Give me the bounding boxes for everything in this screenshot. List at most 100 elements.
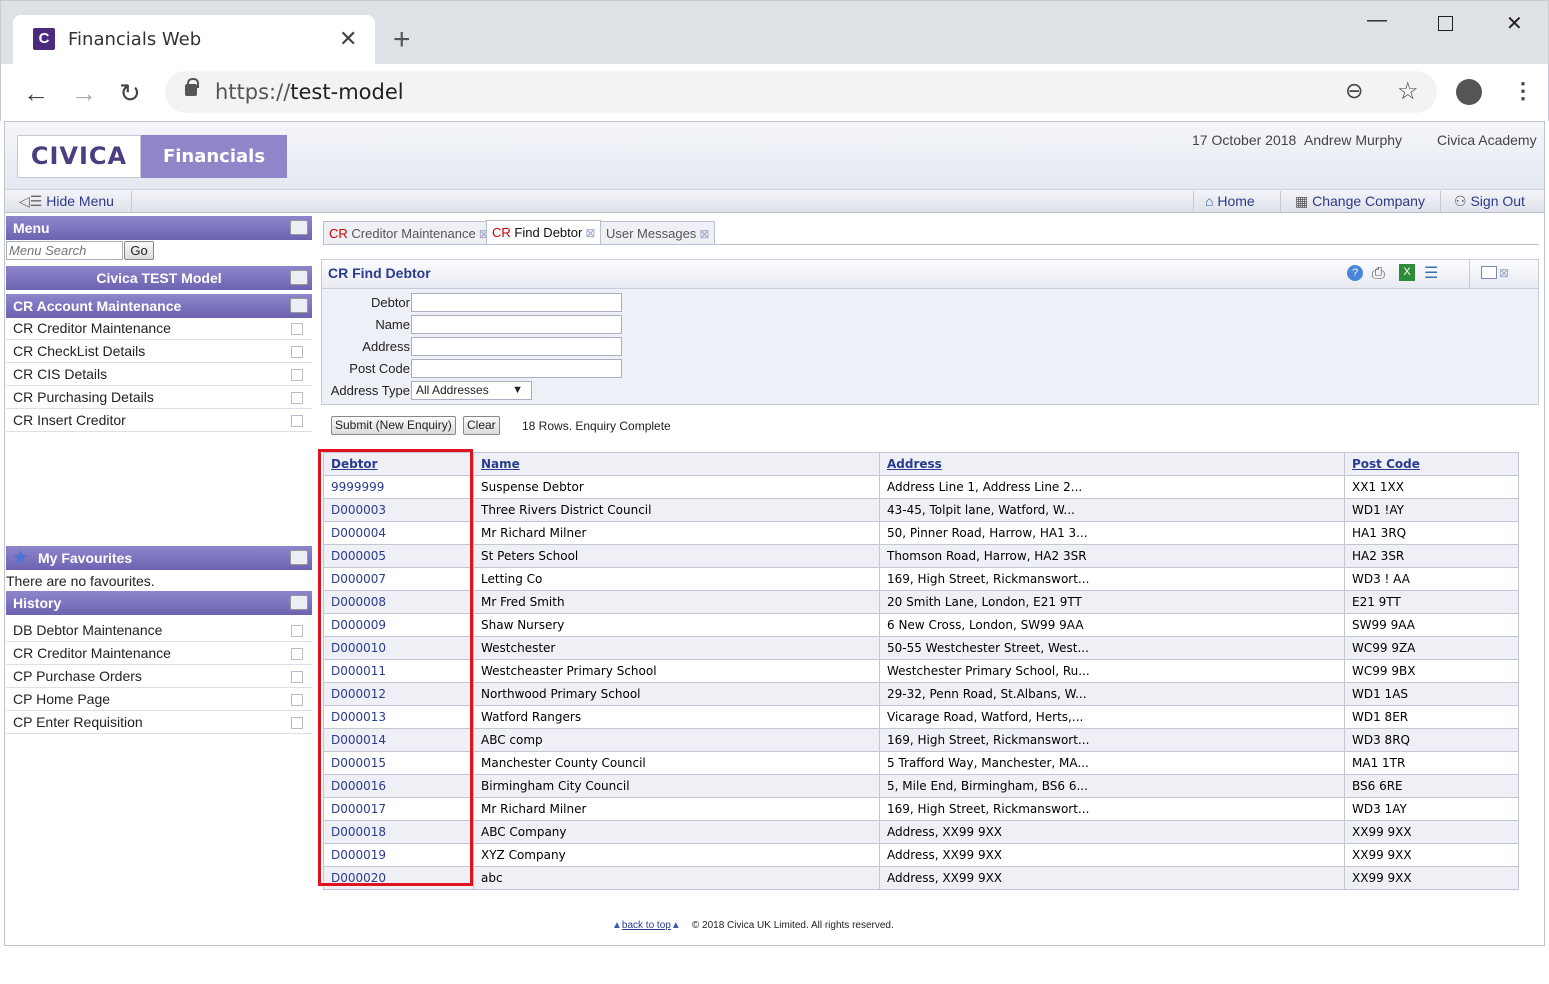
back-to-top-link[interactable]: back to top <box>622 920 671 931</box>
address-input[interactable] <box>411 337 622 356</box>
postcode-cell: WC99 9ZA <box>1344 636 1519 660</box>
home-button[interactable]: ⌂ Home <box>1205 193 1255 209</box>
table-row[interactable]: D000015 Manchester County Council 5 Traffo… <box>323 751 1519 775</box>
sign-out-button[interactable]: ⚇ Sign Out <box>1454 193 1525 210</box>
table-row[interactable]: D000013 Watford Rangers Vicarage Road, Wat… <box>323 705 1519 729</box>
sidebar-menu-item[interactable]: CR Purchasing Details <box>6 386 312 409</box>
table-row[interactable]: D000017 Mr Richard Milner 169, High Street… <box>323 797 1519 821</box>
profile-avatar-icon[interactable] <box>1456 79 1482 105</box>
history-header[interactable]: History <box>6 591 312 615</box>
table-row[interactable]: D000011 Westcheaster Primary School Westch… <box>323 659 1519 683</box>
tab-find-debtor[interactable]: CR Find Debtor ⊠ <box>486 220 602 245</box>
forward-arrow-icon[interactable]: → <box>71 78 97 109</box>
table-row[interactable]: D000008 Mr Fred Smith 20 Smith Lane, Londo… <box>323 590 1519 614</box>
address-cell: 20 Smith Lane, London, E21 9TT <box>879 590 1345 614</box>
sidebar-menu-item[interactable]: CR CIS Details <box>6 363 312 386</box>
form-title-bar: CR Find Debtor ? ⎙ X ☰ ⊠ <box>321 259 1539 289</box>
excel-export-icon[interactable]: X <box>1399 264 1415 281</box>
export-icon[interactable]: ☰ <box>1424 263 1438 283</box>
clear-button[interactable]: Clear <box>463 416 500 435</box>
zoom-icon[interactable]: ⊖ <box>1345 78 1363 104</box>
change-company-button[interactable]: ▦ Change Company <box>1295 193 1425 210</box>
sidebar-menu-item[interactable]: CR Insert Creditor <box>6 409 312 432</box>
sidebar-menu-item[interactable]: CR Creditor Maintenance <box>6 317 312 340</box>
panel-toggle-icon[interactable] <box>290 220 308 235</box>
table-header-row: Debtor Name Address Post Code <box>323 452 1519 476</box>
menu-search-go-button[interactable]: Go <box>124 241 154 260</box>
maximize-icon[interactable] <box>1438 16 1453 31</box>
debtor-input[interactable] <box>411 293 622 312</box>
history-item[interactable]: CP Home Page <box>6 688 312 711</box>
browser-menu-icon[interactable]: ⋮ <box>1512 78 1534 104</box>
status-text: 18 Rows. Enquiry Complete <box>522 419 671 433</box>
close-window-icon[interactable]: ✕ <box>1506 11 1523 36</box>
panel-up-icon[interactable] <box>290 298 308 313</box>
print-icon[interactable]: ⎙ <box>1372 265 1385 283</box>
header-date: 17 October 2018 <box>1192 132 1297 148</box>
history-item[interactable]: CP Enter Requisition <box>6 711 312 734</box>
submit-button[interactable]: Submit (New Enquiry) <box>331 416 456 435</box>
name-input[interactable] <box>411 315 622 334</box>
table-row[interactable]: D000003 Three Rivers District Council 43-4… <box>323 498 1519 522</box>
section-title: CR Account Maintenance <box>13 298 182 314</box>
address-cell: 5 Trafford Way, Manchester, MA... <box>879 751 1345 775</box>
panel-toggle-icon[interactable] <box>290 550 308 565</box>
table-row[interactable]: D000019 XYZ Company Address, XX99 9XX XX99 … <box>323 843 1519 867</box>
postcode-cell: WD1 1AS <box>1344 682 1519 706</box>
minimize-icon[interactable]: — <box>1367 9 1387 32</box>
table-row[interactable]: D000010 Westchester 50-55 Westchester Stre… <box>323 636 1519 660</box>
table-row[interactable]: D000012 Northwood Primary School 29-32, Pe… <box>323 682 1519 706</box>
table-row[interactable]: D000014 ABC comp 169, High Street, Rickman… <box>323 728 1519 752</box>
table-row[interactable]: D000016 Birmingham City Council 5, Mile En… <box>323 774 1519 798</box>
table-row[interactable]: D000009 Shaw Nursery 6 New Cross, London, … <box>323 613 1519 637</box>
panel-toggle-icon[interactable] <box>290 595 308 610</box>
menu-search-input[interactable] <box>6 241 123 260</box>
back-arrow-icon[interactable]: ← <box>23 78 49 109</box>
tab-user-messages[interactable]: User Messages ⊠ <box>600 221 716 245</box>
name-column-header[interactable]: Name <box>473 452 880 476</box>
table-row[interactable]: D000007 Letting Co 169, High Street, Rickm… <box>323 567 1519 591</box>
table-row[interactable]: D000020 abc Address, XX99 9XX XX99 9XX <box>323 866 1519 890</box>
table-row[interactable]: D000005 St Peters School Thomson Road, Har… <box>323 544 1519 568</box>
debtor-name-cell: Manchester County Council <box>473 751 880 775</box>
postcode-cell: E21 9TT <box>1344 590 1519 614</box>
history-item[interactable]: CR Creditor Maintenance <box>6 642 312 665</box>
debtor-name-cell: ABC Company <box>473 820 880 844</box>
tab-divider <box>323 244 1539 245</box>
close-tab-icon[interactable]: ⊠ <box>699 227 709 241</box>
debtor-name-cell: Shaw Nursery <box>473 613 880 637</box>
browser-tab[interactable]: C Financials Web ✕ <box>13 15 375 67</box>
address-cell: Address, XX99 9XX <box>879 820 1345 844</box>
postcode-input[interactable] <box>411 359 622 378</box>
debtor-name-cell: Mr Fred Smith <box>473 590 880 614</box>
sidebar-menu-item[interactable]: CR CheckList Details <box>6 340 312 363</box>
address-type-select[interactable]: All Addresses ▼ <box>411 381 532 400</box>
close-panel-icon[interactable]: ⊠ <box>1499 266 1509 280</box>
close-tab-icon[interactable]: ✕ <box>339 26 357 52</box>
new-tab-icon[interactable]: + <box>393 23 411 57</box>
product-logo: Financials Web <box>141 135 287 210</box>
history-item[interactable]: CP Purchase Orders <box>6 665 312 688</box>
address-bar[interactable]: https://test-model ⊖ ☆ <box>165 71 1437 113</box>
panel-toggle-icon[interactable] <box>290 270 308 285</box>
bookmark-star-icon[interactable]: ☆ <box>1397 77 1419 106</box>
debtor-name-cell: St Peters School <box>473 544 880 568</box>
reload-icon[interactable]: ↻ <box>119 78 141 109</box>
url-text[interactable]: https://test-model <box>215 80 404 104</box>
close-tab-icon[interactable]: ⊠ <box>585 226 595 240</box>
results-table: Debtor Name Address Post Code 9999999 Sus… <box>323 452 1519 890</box>
postcode-column-header[interactable]: Post Code <box>1344 452 1519 476</box>
favourites-header[interactable]: ★ My Favourites <box>6 546 312 570</box>
history-item[interactable]: DB Debtor Maintenance <box>6 619 312 642</box>
table-row[interactable]: D000018 ABC Company Address, XX99 9XX XX99 … <box>323 820 1519 844</box>
section-panel-header[interactable]: CR Account Maintenance <box>6 294 312 318</box>
address-cell: 50, Pinner Road, Harrow, HA1 3... <box>879 521 1345 545</box>
model-panel-header[interactable]: Civica TEST Model <box>6 266 312 290</box>
tab-creditor-maintenance[interactable]: CR Creditor Maintenance ⊠ <box>323 221 495 245</box>
address-column-header[interactable]: Address <box>879 452 1345 476</box>
window-icon[interactable] <box>1481 266 1497 279</box>
help-icon[interactable]: ? <box>1347 265 1363 281</box>
table-row[interactable]: 9999999 Suspense Debtor Address Line 1, Ad… <box>323 475 1519 499</box>
hide-menu-button[interactable]: ◁☰ Hide Menu <box>19 193 114 210</box>
table-row[interactable]: D000004 Mr Richard Milner 50, Pinner Road,… <box>323 521 1519 545</box>
